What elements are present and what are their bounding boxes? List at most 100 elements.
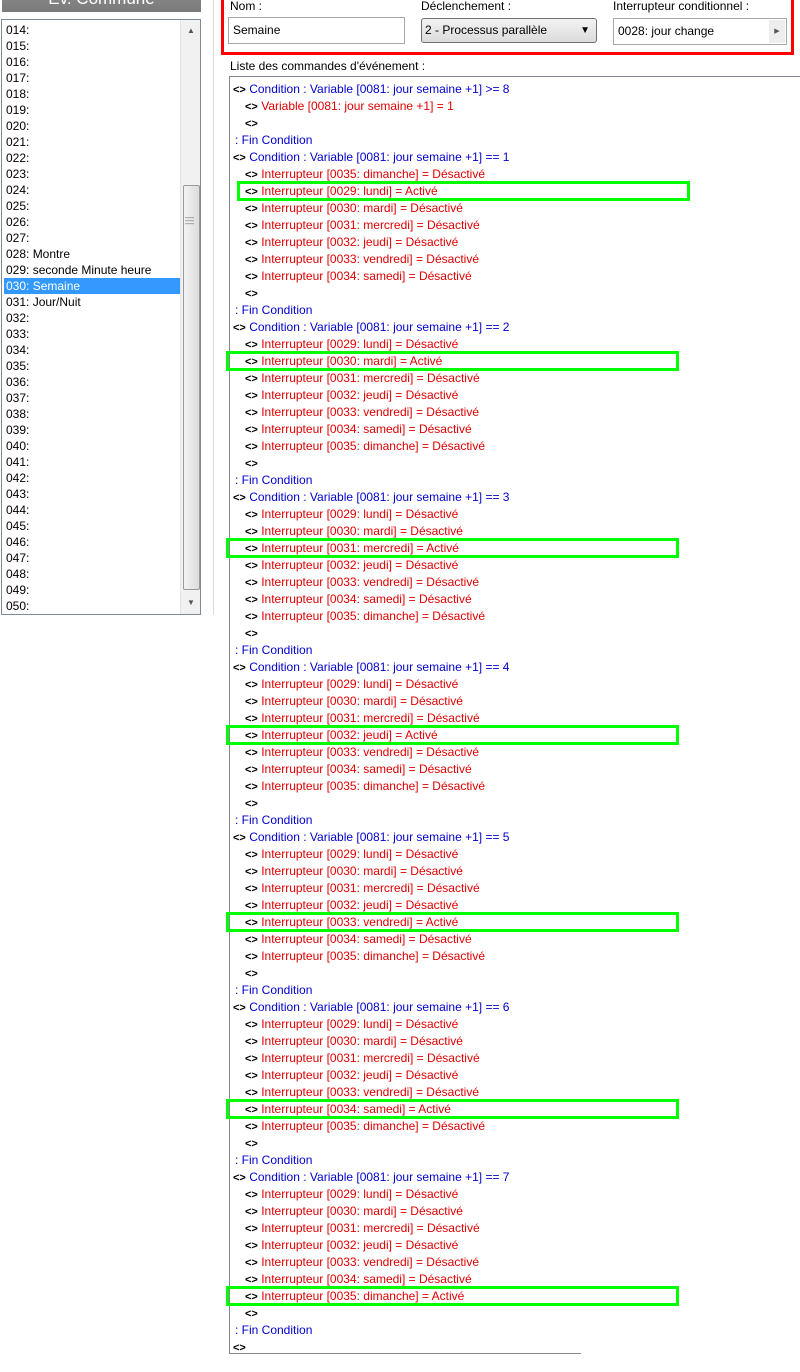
command-row[interactable]: <> Interrupteur [0029: lundi] = Désactiv… bbox=[233, 676, 509, 693]
scroll-up-arrow-icon[interactable]: ▲ bbox=[181, 22, 201, 40]
command-row[interactable]: <> Interrupteur [0030: mardi] = Activé bbox=[233, 353, 509, 370]
panel-divider[interactable] bbox=[213, 0, 214, 615]
event-list-item[interactable]: 037: bbox=[4, 390, 180, 406]
condition-row[interactable]: <> Condition : Variable [0081: jour sema… bbox=[233, 659, 509, 676]
command-row[interactable]: <> Interrupteur [0033: vendredi] = Désac… bbox=[233, 1254, 509, 1271]
command-row[interactable]: <> Interrupteur [0030: mardi] = Désactiv… bbox=[233, 1033, 509, 1050]
command-row[interactable]: <> Interrupteur [0032: jeudi] = Désactiv… bbox=[233, 1237, 509, 1254]
empty-command-row[interactable]: <> bbox=[233, 625, 509, 642]
command-row[interactable]: <> Interrupteur [0035: dimanche] = Désac… bbox=[233, 948, 509, 965]
event-list-item[interactable]: 036: bbox=[4, 374, 180, 390]
command-row[interactable]: <> Interrupteur [0032: jeudi] = Désactiv… bbox=[233, 1067, 509, 1084]
command-row[interactable]: <> Interrupteur [0033: vendredi] = Désac… bbox=[233, 1084, 509, 1101]
command-row[interactable]: <> Variable [0081: jour semaine +1] = 1 bbox=[233, 98, 509, 115]
end-condition-row[interactable]: : Fin Condition bbox=[233, 1152, 509, 1169]
event-list-item[interactable]: 034: bbox=[4, 342, 180, 358]
command-row[interactable]: <> Interrupteur [0035: dimanche] = Désac… bbox=[233, 608, 509, 625]
event-list-item[interactable]: 042: bbox=[4, 470, 180, 486]
command-row[interactable]: <> Interrupteur [0030: mardi] = Désactiv… bbox=[233, 863, 509, 880]
command-row[interactable]: <> Interrupteur [0035: dimanche] = Activ… bbox=[233, 1288, 509, 1305]
command-row[interactable]: <> Interrupteur [0032: jeudi] = Désactiv… bbox=[233, 557, 509, 574]
event-list-item[interactable]: 026: bbox=[4, 214, 180, 230]
condition-row[interactable]: <> Condition : Variable [0081: jour sema… bbox=[233, 1169, 509, 1186]
command-row[interactable]: <> Interrupteur [0029: lundi] = Désactiv… bbox=[233, 336, 509, 353]
end-condition-row[interactable]: : Fin Condition bbox=[233, 302, 509, 319]
event-list-item[interactable]: 027: bbox=[4, 230, 180, 246]
event-list-item[interactable]: 045: bbox=[4, 518, 180, 534]
event-list-item[interactable]: 046: bbox=[4, 534, 180, 550]
end-condition-row[interactable]: : Fin Condition bbox=[233, 812, 509, 829]
name-input[interactable]: Semaine bbox=[228, 17, 405, 44]
command-row[interactable]: <> Interrupteur [0034: samedi] = Activé bbox=[233, 1101, 509, 1118]
condition-row[interactable]: <> Condition : Variable [0081: jour sema… bbox=[233, 999, 509, 1016]
event-list-item[interactable]: 019: bbox=[4, 102, 180, 118]
event-list-item[interactable]: 020: bbox=[4, 118, 180, 134]
command-row[interactable]: <> Interrupteur [0031: mercredi] = Activ… bbox=[233, 540, 509, 557]
end-condition-row[interactable]: : Fin Condition bbox=[233, 982, 509, 999]
empty-command-row[interactable]: <> bbox=[233, 1135, 509, 1152]
event-list-item[interactable]: 014: bbox=[4, 22, 180, 38]
condition-row[interactable]: <> Condition : Variable [0081: jour sema… bbox=[233, 319, 509, 336]
condition-row[interactable]: <> Condition : Variable [0081: jour sema… bbox=[233, 489, 509, 506]
switch-picker-arrow-icon[interactable]: ▶ bbox=[769, 20, 785, 43]
end-condition-row[interactable]: : Fin Condition bbox=[233, 642, 509, 659]
command-row[interactable]: <> Interrupteur [0035: dimanche] = Désac… bbox=[233, 438, 509, 455]
empty-command-row[interactable]: <> bbox=[233, 795, 509, 812]
command-row[interactable]: <> Interrupteur [0034: samedi] = Désacti… bbox=[233, 931, 509, 948]
event-list-item[interactable]: 044: bbox=[4, 502, 180, 518]
command-row[interactable]: <> Interrupteur [0032: jeudi] = Désactiv… bbox=[233, 234, 509, 251]
empty-command-row[interactable]: <> bbox=[233, 455, 509, 472]
command-row[interactable]: <> Interrupteur [0030: mardi] = Désactiv… bbox=[233, 200, 509, 217]
command-row[interactable]: <> Interrupteur [0033: vendredi] = Désac… bbox=[233, 574, 509, 591]
command-row[interactable]: <> Interrupteur [0029: lundi] = Désactiv… bbox=[233, 1186, 509, 1203]
event-list[interactable]: 014: 015: 016: 017: 018: 019: 020: 021: 022: 023:… bbox=[1, 19, 201, 615]
command-row[interactable]: <> Interrupteur [0035: dimanche] = Désac… bbox=[233, 1118, 509, 1135]
event-list-item[interactable]: 022: bbox=[4, 150, 180, 166]
command-row[interactable]: <> Interrupteur [0029: lundi] = Désactiv… bbox=[233, 506, 509, 523]
event-list-item[interactable]: 033: bbox=[4, 326, 180, 342]
event-list-item[interactable]: 021: bbox=[4, 134, 180, 150]
command-row[interactable]: <> Interrupteur [0029: lundi] = Désactiv… bbox=[233, 1016, 509, 1033]
event-list-item[interactable]: 029: seconde Minute heure bbox=[4, 262, 180, 278]
event-list-item[interactable]: 018: bbox=[4, 86, 180, 102]
condition-row[interactable]: <> Condition : Variable [0081: jour sema… bbox=[233, 829, 509, 846]
command-row[interactable]: <> Interrupteur [0033: vendredi] = Désac… bbox=[233, 251, 509, 268]
end-condition-row[interactable]: : Fin Condition bbox=[233, 132, 509, 149]
command-row[interactable]: <> Interrupteur [0030: mardi] = Désactiv… bbox=[233, 693, 509, 710]
event-list-item[interactable]: 039: bbox=[4, 422, 180, 438]
empty-command-row[interactable]: <> bbox=[233, 965, 509, 982]
event-list-item[interactable]: 023: bbox=[4, 166, 180, 182]
condition-switch-field[interactable]: 0028: jour change ▶ bbox=[613, 18, 787, 45]
command-row[interactable]: <> Interrupteur [0031: mercredi] = Désac… bbox=[233, 217, 509, 234]
command-row[interactable]: <> Interrupteur [0031: mercredi] = Désac… bbox=[233, 1220, 509, 1237]
command-row[interactable]: <> Interrupteur [0035: dimanche] = Désac… bbox=[233, 778, 509, 795]
command-row[interactable]: <> Interrupteur [0034: samedi] = Désacti… bbox=[233, 591, 509, 608]
event-list-scrollbar[interactable]: ▲ — — — ▼ bbox=[180, 20, 200, 614]
command-row[interactable]: <> Interrupteur [0033: vendredi] = Activ… bbox=[233, 914, 509, 931]
event-list-item[interactable]: 024: bbox=[4, 182, 180, 198]
event-list-item[interactable]: 041: bbox=[4, 454, 180, 470]
command-row[interactable]: <> Interrupteur [0030: mardi] = Désactiv… bbox=[233, 1203, 509, 1220]
command-row[interactable]: <> Interrupteur [0033: vendredi] = Désac… bbox=[233, 404, 509, 421]
condition-row[interactable]: <> Condition : Variable [0081: jour sema… bbox=[233, 149, 509, 166]
command-row[interactable]: <> Interrupteur [0031: mercredi] = Désac… bbox=[233, 710, 509, 727]
command-row[interactable]: <> Interrupteur [0034: samedi] = Désacti… bbox=[233, 268, 509, 285]
command-row[interactable]: <> Interrupteur [0033: vendredi] = Désac… bbox=[233, 744, 509, 761]
event-list-item[interactable]: 049: bbox=[4, 582, 180, 598]
command-row[interactable]: <> Interrupteur [0032: jeudi] = Désactiv… bbox=[233, 897, 509, 914]
command-row[interactable]: <> Interrupteur [0035: dimanche] = Désac… bbox=[233, 166, 509, 183]
event-list-item[interactable]: 043: bbox=[4, 486, 180, 502]
event-list-item[interactable]: 047: bbox=[4, 550, 180, 566]
command-row[interactable]: <> Interrupteur [0032: jeudi] = Activé bbox=[233, 727, 509, 744]
event-list-item[interactable]: 030: Semaine bbox=[4, 278, 180, 294]
command-row[interactable]: <> Interrupteur [0031: mercredi] = Désac… bbox=[233, 1050, 509, 1067]
command-row[interactable]: <> Interrupteur [0029: lundi] = Désactiv… bbox=[233, 846, 509, 863]
command-list[interactable]: <> Condition : Variable [0081: jour sema… bbox=[226, 76, 800, 1354]
end-condition-row[interactable]: : Fin Condition bbox=[233, 1322, 509, 1339]
event-list-item[interactable]: 048: bbox=[4, 566, 180, 582]
command-row[interactable]: <> Interrupteur [0030: mardi] = Désactiv… bbox=[233, 523, 509, 540]
event-list-item[interactable]: 038: bbox=[4, 406, 180, 422]
event-list-item[interactable]: 015: bbox=[4, 38, 180, 54]
event-list-item[interactable]: 025: bbox=[4, 198, 180, 214]
scroll-down-arrow-icon[interactable]: ▼ bbox=[181, 594, 201, 612]
